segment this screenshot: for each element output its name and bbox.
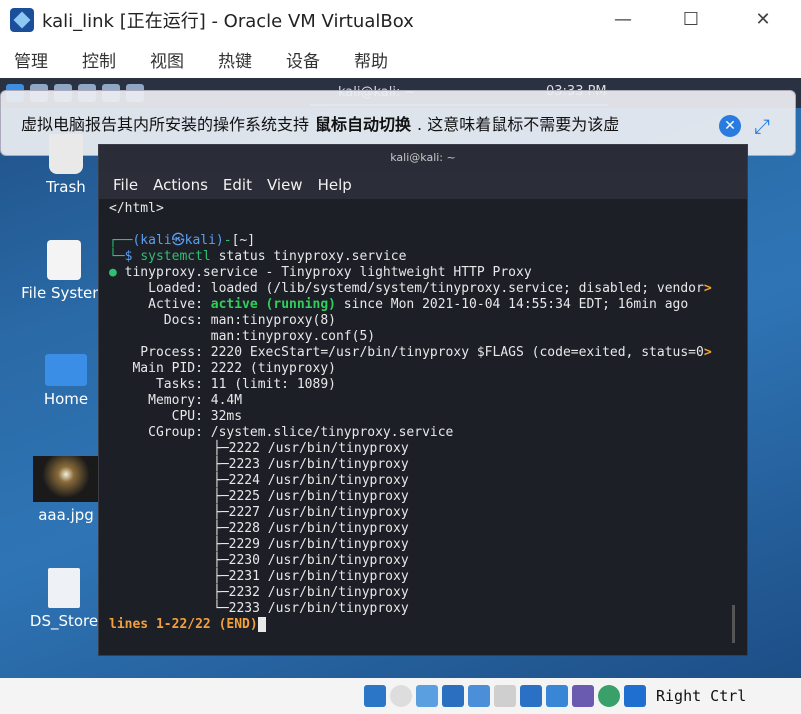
terminal-window[interactable]: kali@kali: ~ File Actions Edit View Help…: [98, 144, 748, 656]
terminal-menu-actions[interactable]: Actions: [153, 176, 208, 194]
mouse-capture-icon[interactable]: [624, 685, 646, 707]
terminal-output[interactable]: </html> ┌──(kali㉿kali)-[~] └─$ systemctl …: [109, 201, 737, 647]
menu-devices[interactable]: 设备: [286, 47, 320, 72]
notification-close-icon[interactable]: ✕: [719, 115, 741, 137]
terminal-menu-edit[interactable]: Edit: [223, 176, 252, 194]
cgroup-process-list: ├─2222 /usr/bin/tinyproxy ├─2223 /usr/bin…: [109, 441, 737, 617]
menu-manage[interactable]: 管理: [14, 47, 48, 72]
usb-icon[interactable]: [468, 685, 490, 707]
output-line: CGroup: /system.slice/tinyproxy.service: [109, 425, 454, 440]
maximize-button[interactable]: ☐: [676, 6, 706, 34]
cgroup-process-line: ├─2222 /usr/bin/tinyproxy: [213, 441, 409, 456]
output-line: Memory: 4.4M: [109, 393, 243, 408]
virtualbox-menubar: 管理 控制 视图 热键 设备 帮助: [0, 40, 801, 78]
menu-control[interactable]: 控制: [82, 47, 116, 72]
home-folder-icon: [45, 354, 87, 386]
output-line: ● tinyproxy.service - Tinyproxy lightwei…: [109, 265, 532, 280]
cgroup-process-line: └─2233 /usr/bin/tinyproxy: [213, 601, 409, 616]
cgroup-process-line: ├─2227 /usr/bin/tinyproxy: [213, 505, 409, 520]
output-line: </html>: [109, 201, 164, 216]
recording-icon[interactable]: [546, 685, 568, 707]
output-line: Docs: man:tinyproxy(8): [109, 313, 336, 328]
cgroup-process-line: ├─2232 /usr/bin/tinyproxy: [213, 585, 409, 600]
pager-status: lines 1-22/22 (END): [109, 617, 737, 633]
drive-icon: [47, 240, 81, 280]
display-icon[interactable]: [520, 685, 542, 707]
audio-icon[interactable]: [416, 685, 438, 707]
cgroup-process-line: ├─2229 /usr/bin/tinyproxy: [213, 537, 409, 552]
output-line: CPU: 32ms: [109, 409, 243, 424]
output-line: Loaded: loaded (/lib/systemd/system/tiny…: [109, 281, 712, 296]
window-title: kali_link [正在运行] - Oracle VM VirtualBox: [42, 11, 414, 32]
terminal-menubar: File Actions Edit View Help: [99, 171, 747, 199]
vt-x-icon[interactable]: [572, 685, 594, 707]
window-titlebar: kali_link [正在运行] - Oracle VM VirtualBox …: [0, 0, 801, 40]
close-button[interactable]: ✕: [748, 6, 778, 34]
menu-help[interactable]: 帮助: [354, 47, 388, 72]
cgroup-process-line: ├─2230 /usr/bin/tinyproxy: [213, 553, 409, 568]
host-key-label: Right Ctrl: [656, 687, 747, 705]
menu-view[interactable]: 视图: [150, 47, 184, 72]
virtualbox-statusbar: Right Ctrl: [0, 678, 801, 714]
mouse-integration-icon[interactable]: ⤢: [749, 113, 775, 139]
output-line: Main PID: 2222 (tinyproxy): [109, 361, 336, 376]
shared-folders-icon[interactable]: [494, 685, 516, 707]
terminal-menu-help[interactable]: Help: [318, 176, 352, 194]
output-line: Tasks: 11 (limit: 1089): [109, 377, 336, 392]
terminal-menu-view[interactable]: View: [267, 176, 303, 194]
prompt-line-2: └─$ systemctl status tinyproxy.service: [109, 249, 407, 264]
terminal-titlebar: kali@kali: ~: [99, 145, 747, 171]
terminal-title: kali@kali: ~: [390, 151, 456, 164]
notification-text: 虚拟电脑报告其内所安装的操作系统支持 鼠标自动切换. 这意味着鼠标不需要为该虚: [21, 115, 620, 134]
output-line: Active: active (running) since Mon 2021-…: [109, 297, 689, 312]
minimize-button[interactable]: —: [608, 6, 638, 34]
cgroup-process-line: ├─2224 /usr/bin/tinyproxy: [213, 473, 409, 488]
binary-file-icon: [48, 568, 80, 608]
prompt-line-1: ┌──(kali㉿kali)-[~]: [109, 233, 256, 248]
output-line: Process: 2220 ExecStart=/usr/bin/tinypro…: [109, 345, 712, 360]
cgroup-process-line: ├─2223 /usr/bin/tinyproxy: [213, 457, 409, 472]
trash-icon: [49, 134, 83, 174]
virtualbox-logo-icon: [10, 8, 34, 32]
image-thumbnail-icon: [33, 456, 99, 502]
hard-disk-icon[interactable]: [364, 685, 386, 707]
optical-drive-icon[interactable]: [390, 685, 412, 707]
network-icon[interactable]: [442, 685, 464, 707]
terminal-scrollbar[interactable]: [732, 605, 735, 643]
cgroup-process-line: ├─2225 /usr/bin/tinyproxy: [213, 489, 409, 504]
menu-hotkeys[interactable]: 热键: [218, 47, 252, 72]
cgroup-process-line: ├─2228 /usr/bin/tinyproxy: [213, 521, 409, 536]
vm-display[interactable]: kali@kali: ~ 03:33 PM 虚拟电脑报告其内所安装的操作系统支持…: [0, 78, 801, 678]
guest-additions-icon[interactable]: [598, 685, 620, 707]
output-line: man:tinyproxy.conf(5): [109, 329, 376, 344]
terminal-menu-file[interactable]: File: [113, 176, 138, 194]
cgroup-process-line: ├─2231 /usr/bin/tinyproxy: [213, 569, 409, 584]
